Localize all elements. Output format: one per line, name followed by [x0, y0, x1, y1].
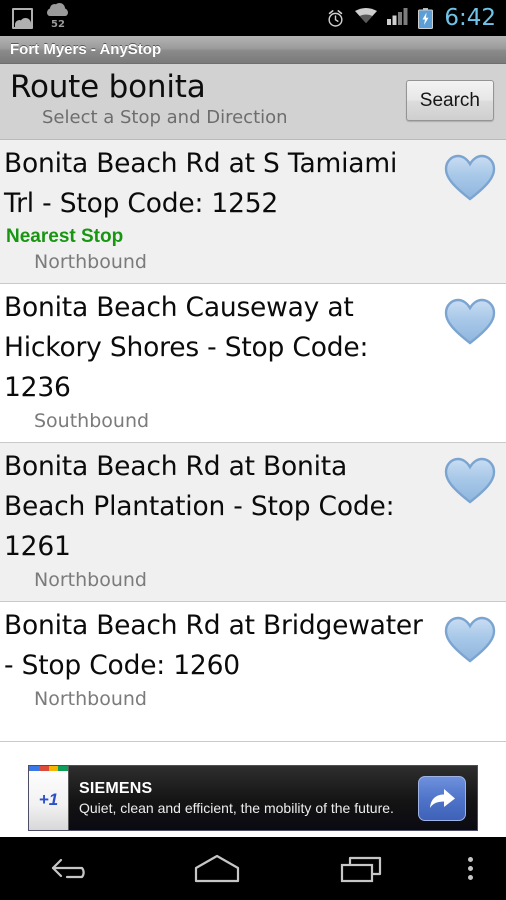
app-title-bar: Fort Myers - AnyStop	[0, 36, 506, 64]
page-title: Route bonita	[10, 69, 206, 105]
heart-icon[interactable]	[444, 298, 496, 345]
list-item[interactable]: Bonita Beach Rd at Bridgewater - Stop Co…	[0, 602, 506, 742]
overflow-menu-dots	[467, 857, 473, 880]
ad-action-container[interactable]	[407, 766, 477, 830]
alarm-icon	[326, 9, 345, 28]
ad-banner-container: +1 SIEMENS Quiet, clean and efficient, t…	[0, 759, 506, 837]
page-subtitle: Select a Stop and Direction	[42, 107, 288, 128]
stop-direction: Northbound	[34, 688, 147, 710]
stop-direction: Southbound	[34, 410, 150, 432]
stop-direction: Northbound	[34, 251, 147, 273]
home-icon[interactable]	[145, 837, 290, 900]
plusone-color-stripe	[29, 766, 68, 771]
heart-icon[interactable]	[444, 457, 496, 504]
search-button[interactable]: Search	[405, 80, 494, 121]
ad-text-group: SIEMENS Quiet, clean and efficient, the …	[69, 766, 407, 830]
ad-headline: SIEMENS	[79, 780, 153, 797]
stop-direction: Northbound	[34, 569, 147, 591]
android-screen: 52 6:42 Fort Myers - AnyStop Route bonit…	[0, 0, 506, 900]
screenshot-icon	[12, 7, 33, 29]
nearest-stop-badge: Nearest Stop	[6, 226, 124, 247]
battery-charging-icon	[418, 7, 434, 29]
status-bar-left-icons: 52	[12, 3, 71, 30]
ad-body-text: Quiet, clean and efficient, the mobility…	[79, 800, 394, 816]
wifi-icon	[354, 7, 378, 29]
plusone-label: +1	[38, 790, 59, 809]
overflow-menu-icon[interactable]	[434, 837, 506, 900]
status-bar: 52 6:42	[0, 0, 506, 36]
back-icon[interactable]	[0, 837, 145, 900]
heart-icon[interactable]	[444, 154, 496, 201]
stop-name: Bonita Beach Rd at Bridgewater - Stop Co…	[4, 610, 423, 681]
recents-icon[interactable]	[289, 837, 434, 900]
app-title-label: Fort Myers - AnyStop	[10, 41, 162, 58]
stop-list[interactable]: Bonita Beach Rd at S Tamiami Trl - Stop …	[0, 140, 506, 759]
stop-name: Bonita Beach Rd at S Tamiami Trl - Stop …	[4, 148, 398, 219]
signal-icon	[387, 7, 409, 29]
advertisement-banner[interactable]: +1 SIEMENS Quiet, clean and efficient, t…	[28, 765, 478, 831]
weather-cloud-icon: 52	[45, 3, 71, 30]
route-header: Route bonita Select a Stop and Direction…	[0, 64, 506, 140]
heart-icon[interactable]	[444, 616, 496, 663]
status-bar-right-icons: 6:42	[326, 4, 496, 31]
stop-name: Bonita Beach Rd at Bonita Beach Plantati…	[4, 451, 395, 562]
android-navigation-bar	[0, 837, 506, 900]
status-bar-clock: 6:42	[444, 4, 496, 31]
list-item[interactable]: Bonita Beach Causeway at Hickory Shores …	[0, 284, 506, 443]
google-plus-one-button[interactable]: +1	[29, 766, 69, 830]
share-arrow-icon[interactable]	[418, 775, 466, 821]
list-item[interactable]: Bonita Beach Rd at S Tamiami Trl - Stop …	[0, 140, 506, 284]
header-text-group: Route bonita Select a Stop and Direction	[10, 68, 406, 130]
stop-name: Bonita Beach Causeway at Hickory Shores …	[4, 292, 369, 403]
weather-temp-label: 52	[51, 19, 65, 30]
list-item[interactable]: Bonita Beach Rd at Bonita Beach Plantati…	[0, 443, 506, 602]
